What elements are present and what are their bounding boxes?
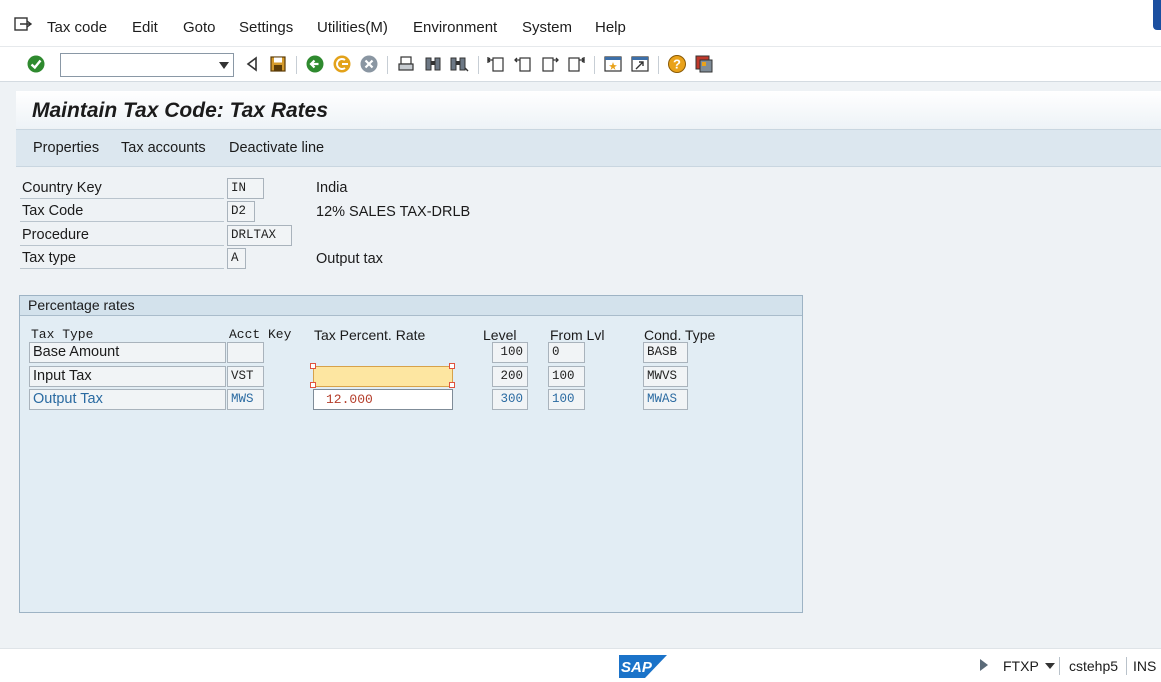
table-row-acct-key: VST [227, 366, 264, 387]
table-row-from-lvl: 100 [548, 366, 585, 387]
table-row-level: 200 [492, 366, 528, 387]
deactivate-line-button[interactable]: Deactivate line [229, 140, 324, 156]
country-description: India [316, 180, 348, 196]
standard-toolbar: ? [0, 46, 1161, 82]
output-tax-rate-input[interactable]: 12.000 [313, 389, 453, 410]
shortcut-icon[interactable] [630, 54, 650, 74]
table-row-tax-type: Base Amount [29, 342, 226, 363]
column-header-cond-type: Cond. Type [644, 327, 716, 343]
toolbar-separator [658, 56, 659, 74]
procedure-field: DRLTAX [227, 225, 292, 246]
status-mode[interactable]: INS [1133, 658, 1156, 674]
column-header-acct-key: Acct Key [229, 327, 292, 342]
group-title: Percentage rates [20, 296, 802, 316]
save-icon[interactable] [268, 54, 288, 74]
table-row-cond-type: MWAS [643, 389, 688, 410]
last-page-icon[interactable] [566, 54, 586, 74]
sap-logo: SAP [619, 655, 667, 678]
print-icon[interactable] [396, 54, 416, 74]
column-header-tax-type: Tax Type [31, 327, 94, 342]
menu-system[interactable]: System [522, 19, 572, 36]
column-header-from-lvl: From Lvl [550, 327, 605, 343]
chevron-down-icon[interactable] [219, 62, 229, 69]
properties-button[interactable]: Properties [33, 140, 99, 156]
toolbar-separator [387, 56, 388, 74]
status-bar: SAP FTXP cstehp5 INS [0, 648, 1161, 682]
selection-handle [310, 382, 316, 388]
selection-handle [449, 363, 455, 369]
next-page-icon[interactable] [540, 54, 560, 74]
status-expand-icon[interactable] [980, 659, 988, 671]
enter-check-icon[interactable] [26, 54, 46, 74]
find-icon[interactable] [423, 54, 443, 74]
menu-tax-code[interactable]: Tax code [47, 19, 107, 36]
status-divider [1059, 657, 1060, 675]
tax-code-field: D2 [227, 201, 255, 222]
menu-edit[interactable]: Edit [132, 19, 158, 36]
table-row-level: 100 [492, 342, 528, 363]
table-row-cond-type: BASB [643, 342, 688, 363]
create-session-icon[interactable] [603, 54, 623, 74]
procedure-label: Procedure [20, 225, 224, 246]
toolbar-separator [296, 56, 297, 74]
country-key-field: IN [227, 178, 264, 199]
tax-code-description: 12% SALES TAX-DRLB [316, 204, 471, 220]
tax-type-label: Tax type [20, 248, 224, 269]
previous-page-icon[interactable] [513, 54, 533, 74]
tax-type-field: A [227, 248, 246, 269]
exit-icon[interactable] [332, 54, 352, 74]
first-page-icon[interactable] [486, 54, 506, 74]
title-bar: Maintain Tax Code: Tax Rates [16, 91, 1161, 128]
tax-code-label: Tax Code [20, 201, 224, 222]
table-row-acct-key: MWS [227, 389, 264, 410]
table-row-acct-key [227, 342, 264, 363]
status-transaction[interactable]: FTXP [1003, 658, 1039, 674]
menu-help[interactable]: Help [595, 19, 626, 36]
tax-accounts-button[interactable]: Tax accounts [121, 140, 206, 156]
back-triangle-icon[interactable] [242, 54, 262, 74]
selection-handle [449, 382, 455, 388]
table-row-from-lvl: 100 [548, 389, 585, 410]
page-title: Maintain Tax Code: Tax Rates [32, 99, 329, 122]
application-toolbar: Properties Tax accounts Deactivate line [16, 129, 1161, 167]
menu-settings[interactable]: Settings [239, 19, 293, 36]
table-row-tax-type: Output Tax [29, 389, 226, 410]
table-row-tax-type: Input Tax [29, 366, 226, 387]
column-header-rate: Tax Percent. Rate [314, 327, 426, 343]
svg-text:?: ? [673, 57, 681, 72]
find-next-icon[interactable] [449, 54, 469, 74]
country-key-label: Country Key [20, 178, 224, 199]
window-edge [1153, 0, 1161, 30]
command-field[interactable] [60, 53, 234, 77]
column-header-level: Level [483, 327, 517, 343]
menu-bar: Tax code Edit Goto Settings Utilities(M)… [0, 0, 1161, 46]
selection-handle [310, 363, 316, 369]
cancel-icon[interactable] [359, 54, 379, 74]
input-tax-rate-input[interactable] [313, 366, 453, 387]
svg-text:SAP: SAP [621, 659, 653, 676]
help-icon[interactable]: ? [667, 54, 687, 74]
table-row-level: 300 [492, 389, 528, 410]
menu-exit-icon[interactable] [14, 16, 32, 32]
menu-utilities[interactable]: Utilities(M) [317, 19, 388, 36]
back-icon[interactable] [305, 54, 325, 74]
table-row-cond-type: MWVS [643, 366, 688, 387]
status-divider [1126, 657, 1127, 675]
toolbar-separator [594, 56, 595, 74]
menu-goto[interactable]: Goto [183, 19, 216, 36]
customize-layout-icon[interactable] [694, 54, 714, 74]
status-server: cstehp5 [1069, 658, 1119, 674]
table-row-from-lvl: 0 [548, 342, 585, 363]
toolbar-separator [478, 56, 479, 74]
tax-type-description: Output tax [316, 251, 383, 267]
menu-environment[interactable]: Environment [413, 19, 497, 36]
chevron-down-icon[interactable] [1045, 663, 1055, 669]
